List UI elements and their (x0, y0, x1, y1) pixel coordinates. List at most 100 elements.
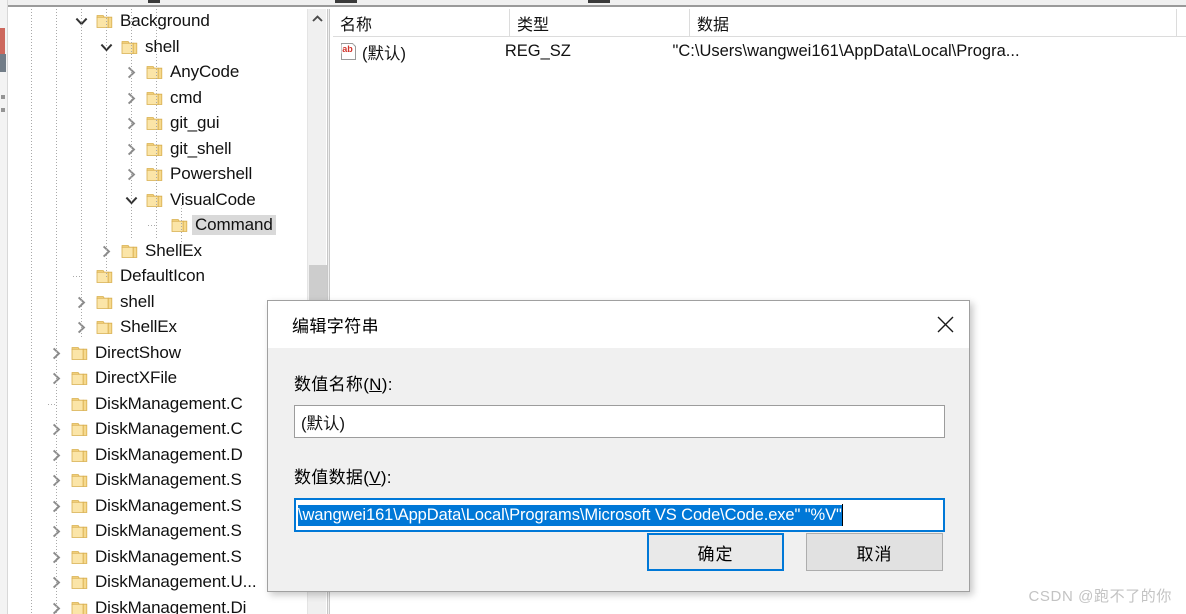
registry-key-tree[interactable]: Background shell AnyCode cmd git_gui git_shel… (8, 9, 299, 614)
folder-icon (145, 188, 164, 214)
tree-item-background[interactable]: Background (8, 9, 299, 35)
tree-item-git-shell[interactable]: git_shell (8, 137, 299, 163)
tree-item-label: DiskManagement.S (95, 495, 242, 515)
folder-icon (145, 60, 164, 86)
folder-icon (71, 576, 88, 590)
tree-item-label: DiskManagement.S (95, 470, 242, 489)
folder-icon (71, 372, 88, 386)
tree-item-diskmanagement-u[interactable]: DiskManagement.U... (8, 570, 299, 596)
folder-icon (71, 423, 88, 437)
folder-icon (71, 346, 88, 360)
value-type-cell: REG_SZ (504, 42, 571, 60)
clipped-header-text-fragment (335, 0, 357, 3)
value-data-input-text: \wangwei161\AppData\Local\Programs\Micro… (298, 504, 842, 526)
tree-item-diskmanagement-s[interactable]: DiskManagement.S (8, 468, 299, 494)
folder-icon (146, 142, 163, 156)
value-data-label-accel: V (369, 468, 381, 487)
folder-icon (95, 315, 114, 341)
folder-icon (146, 91, 163, 105)
folder-icon (96, 295, 113, 309)
tree-item-label: DiskManagement.U... (95, 572, 257, 591)
folder-icon (70, 519, 89, 545)
value-name-label-prefix: 数值名称( (294, 375, 370, 394)
tree-item-label: DiskManagement.D (95, 444, 243, 464)
value-name-label: 数值名称(N): (294, 370, 943, 395)
clipped-header-text-fragment (588, 0, 610, 3)
tree-item-visualcode[interactable]: VisualCode (8, 188, 299, 214)
tree-item-diskmanagement-c[interactable]: DiskManagement.C (8, 417, 299, 443)
scroll-up-button[interactable] (308, 9, 327, 28)
svg-text:ab: ab (342, 44, 353, 54)
column-header-data[interactable]: 数据 (690, 9, 1177, 37)
tree-item-shell[interactable]: shell (8, 290, 299, 316)
value-data-label: 数值数据(V): (294, 463, 943, 488)
tree-item-anycode[interactable]: AnyCode (8, 60, 299, 86)
folder-icon (171, 219, 188, 233)
folder-icon (95, 290, 114, 316)
tree-guide-line (56, 9, 57, 614)
ok-button[interactable]: 确定 (647, 533, 784, 571)
folder-icon (95, 9, 114, 35)
tree-item-label: git_gui (170, 113, 220, 132)
folder-icon (70, 443, 89, 469)
tree-item-directshow[interactable]: DirectShow (8, 341, 299, 367)
value-name-cell: ab (默认) (333, 40, 498, 64)
folder-icon (70, 468, 89, 494)
tree-item-diskmanagement-s[interactable]: DiskManagement.S (8, 519, 299, 545)
tree-item-label: DiskManagement.S (95, 546, 242, 566)
folder-icon (121, 40, 138, 54)
tree-item-label: DiskManagement.C (95, 419, 243, 438)
tree-item-shellex[interactable]: ShellEx (8, 315, 299, 341)
folder-icon (71, 448, 88, 462)
tree-item-defaulticon[interactable]: DefaultIcon (8, 264, 299, 290)
folder-icon (71, 499, 88, 513)
tree-item-command[interactable]: Command (8, 213, 299, 239)
tree-item-shellex[interactable]: ShellEx (8, 239, 299, 265)
tree-item-powershell[interactable]: Powershell (8, 162, 299, 188)
folder-icon (146, 168, 163, 182)
tree-item-diskmanagement-s[interactable]: DiskManagement.S (8, 494, 299, 520)
tree-item-shell[interactable]: shell (8, 35, 299, 61)
dialog-body: 数值名称(N): (默认) 数值数据(V): \wangwei161\AppDa… (268, 348, 969, 591)
folder-icon (121, 244, 138, 258)
value-name-text: (默认) (362, 44, 406, 63)
folder-icon (96, 270, 113, 284)
folder-icon (70, 341, 89, 367)
tree-item-diskmanagement-c[interactable]: DiskManagement.C (8, 392, 299, 418)
folder-icon (95, 264, 114, 290)
text-caret (841, 504, 843, 526)
column-header-type[interactable]: 类型 (510, 9, 690, 37)
tree-item-git-gui[interactable]: git_gui (8, 111, 299, 137)
dialog-titlebar[interactable]: 编辑字符串 (268, 301, 969, 348)
value-row[interactable]: ab (默认) REG_SZ "C:\Users\wangwei161\AppData… (333, 38, 1186, 65)
tree-guide-line (131, 9, 132, 239)
decorative-sliver-mark (1, 108, 5, 112)
folder-icon (70, 494, 89, 520)
tree-item-diskmanagement-s[interactable]: DiskManagement.S (8, 545, 299, 571)
tree-item-label: shell (145, 36, 180, 56)
tree-item-directxfile[interactable]: DirectXFile (8, 366, 299, 392)
tree-item-label: cmd (170, 87, 202, 107)
close-button[interactable] (922, 301, 969, 348)
decorative-sliver-mark (0, 54, 6, 72)
tree-item-cmd[interactable]: cmd (8, 86, 299, 112)
column-header-name[interactable]: 名称 (333, 9, 510, 37)
cancel-button[interactable]: 取消 (806, 533, 943, 571)
folder-icon (71, 550, 88, 564)
close-icon (937, 316, 954, 333)
tree-guide-line (181, 205, 182, 245)
value-name-label-accel: N (369, 375, 382, 394)
tree-item-label: DirectXFile (95, 368, 178, 387)
tree-item-diskmanagement-d[interactable]: DiskManagement.D (8, 443, 299, 469)
tree-item-diskmanagement-di[interactable]: DiskManagement.Di (8, 596, 299, 614)
value-name-input[interactable]: (默认) (294, 405, 945, 438)
value-data-input[interactable]: \wangwei161\AppData\Local\Programs\Micro… (294, 498, 945, 532)
folder-icon (120, 35, 139, 61)
regsz-ab-icon: ab (340, 42, 357, 61)
tree-item-label: DefaultIcon (120, 266, 205, 285)
value-data-label-suffix: ): (380, 468, 392, 487)
folder-icon (70, 545, 89, 571)
value-name-label-suffix: ): (381, 375, 393, 394)
folder-icon (120, 239, 139, 265)
folder-icon (71, 474, 88, 488)
